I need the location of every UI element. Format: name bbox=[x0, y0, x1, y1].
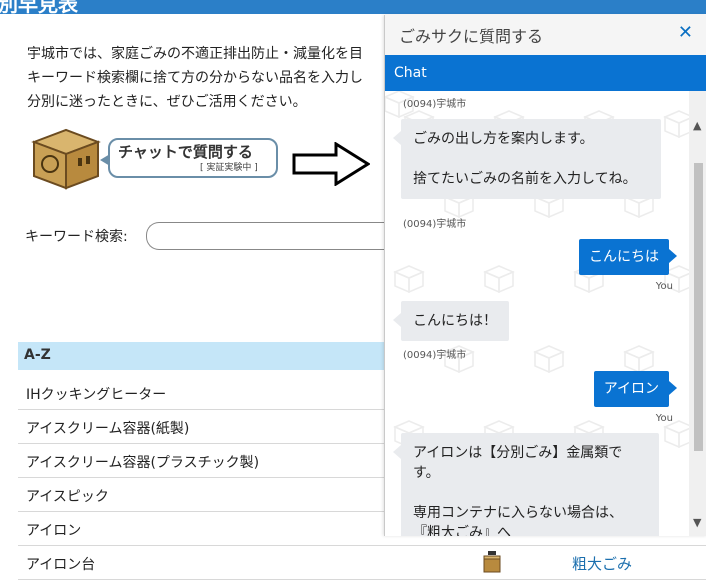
item-name: アイスクリーム容器(プラスチック製) bbox=[26, 455, 260, 471]
bot-message: アイロンは【分別ごみ】金属類で す。 専用コンテナに入らない場合は、 『粗大ごみ… bbox=[393, 433, 659, 536]
keyword-search-label: キーワード検索: bbox=[25, 229, 128, 245]
message-line: アイロンは【分別ごみ】金属類で bbox=[413, 445, 623, 461]
scroll-up-icon[interactable]: ▲ bbox=[693, 119, 701, 132]
intro-line: キーワード検索欄に捨て方の分からない品名を入力し bbox=[27, 70, 363, 86]
message-sender: (0094)宇城市 bbox=[403, 99, 467, 110]
intro-text: 宇城市では、家庭ごみの不適正排出防止・減量化を目 キーワード検索欄に捨て方の分か… bbox=[27, 42, 387, 114]
message-line: す。 bbox=[413, 465, 440, 481]
keyword-search-input[interactable] bbox=[146, 222, 397, 250]
message-sender: (0094)宇城市 bbox=[403, 350, 467, 361]
chat-promo[interactable]: チャットで質問する [ 実証実験中 ] bbox=[30, 128, 370, 198]
arrow-right-icon bbox=[292, 142, 370, 186]
message-line: ごみの出し方を案内します。 bbox=[413, 131, 594, 147]
message-line: 『粗大ごみ』へ bbox=[413, 525, 511, 536]
intro-line: 宇城市では、家庭ごみの不適正排出防止・減量化を目 bbox=[27, 46, 363, 62]
item-name: アイロン台 bbox=[26, 557, 96, 573]
scroll-down-icon[interactable]: ▼ bbox=[693, 516, 701, 529]
close-icon[interactable]: ✕ bbox=[678, 22, 693, 43]
user-label: You bbox=[655, 413, 673, 424]
user-message: アイロン bbox=[593, 371, 678, 407]
item-name: アイロン bbox=[26, 523, 82, 539]
message-line bbox=[413, 149, 649, 169]
list-item[interactable]: アイロン台 粗大ごみ bbox=[18, 546, 706, 580]
bot-message: こんにちは！ bbox=[393, 301, 509, 341]
user-message: こんにちは bbox=[579, 239, 677, 275]
message-line: 専用コンテナに入らない場合は、 bbox=[413, 505, 623, 521]
message-line bbox=[413, 483, 647, 503]
chat-titlebar: ごみサクに質問する ✕ bbox=[385, 15, 706, 56]
scroll-thumb[interactable] bbox=[694, 163, 703, 451]
large-waste-box-icon bbox=[483, 551, 501, 573]
item-category-link[interactable]: 粗大ごみ bbox=[572, 553, 632, 574]
chat-promo-bubble[interactable]: チャットで質問する [ 実証実験中 ] bbox=[100, 138, 278, 178]
intro-line: 分別に迷ったときに、ぜひご活用ください。 bbox=[27, 94, 307, 110]
chat-promo-sub: [ 実証実験中 ] bbox=[200, 163, 258, 173]
az-label: A-Z bbox=[24, 347, 51, 363]
chat-scrollbar[interactable]: ▲ ▼ bbox=[689, 91, 706, 536]
message-line: 捨てたいごみの名前を入力してね。 bbox=[413, 171, 637, 187]
message-sender: (0094)宇城市 bbox=[403, 219, 467, 230]
chat-transcript[interactable]: (0094)宇城市 ごみの出し方を案内します。 捨てたいごみの名前を入力してね。… bbox=[385, 91, 689, 536]
page-header: 別早見表 bbox=[0, 0, 706, 14]
page-title: 別早見表 bbox=[0, 0, 78, 14]
item-name: IHクッキングヒーター bbox=[26, 387, 167, 403]
chat-window: ごみサクに質問する ✕ Chat (0094)宇城市 ごみの出し方を案内します。… bbox=[384, 15, 706, 536]
chat-promo-label: チャットで質問する bbox=[118, 143, 253, 161]
item-name: アイスクリーム容器(紙製) bbox=[26, 421, 190, 437]
cardboard-box-icon bbox=[31, 128, 101, 190]
chat-header: Chat bbox=[385, 55, 706, 91]
item-name: アイスピック bbox=[26, 489, 109, 505]
chat-window-title: ごみサクに質問する bbox=[399, 27, 544, 46]
bot-message: ごみの出し方を案内します。 捨てたいごみの名前を入力してね。 bbox=[393, 119, 661, 199]
az-section-header: A-Z bbox=[18, 342, 398, 370]
chat-header-label: Chat bbox=[394, 65, 427, 81]
user-label: You bbox=[655, 281, 673, 292]
